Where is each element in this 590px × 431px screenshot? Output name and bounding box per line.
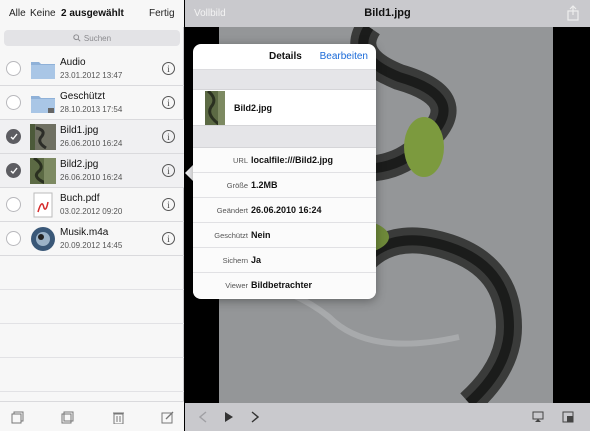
- item-name: Audio: [60, 57, 86, 68]
- detail-value: Bildbetrachter: [251, 280, 313, 290]
- info-icon[interactable]: i: [162, 96, 175, 109]
- sidebar-toolbar: Alle Keine 2 ausgewählt Fertig: [0, 0, 184, 27]
- detail-row-protected[interactable]: Geschützt Nein: [193, 223, 376, 248]
- item-date: 26.06.2010 16:24: [60, 173, 123, 182]
- list-item[interactable]: Bild1.jpg 26.06.2010 16:24 i: [0, 120, 184, 154]
- detail-row-size: Größe 1.2MB: [193, 173, 376, 198]
- select-none-button[interactable]: Keine: [30, 8, 56, 19]
- viewer-bottom-toolbar: [185, 403, 590, 431]
- item-name: Bild2.jpg: [60, 159, 99, 170]
- item-name: Geschützt: [60, 91, 106, 102]
- compose-icon[interactable]: [161, 411, 174, 424]
- detail-row-modified: Geändert 26.06.2010 16:24: [193, 198, 376, 223]
- popover-header: Details Bearbeiten: [193, 44, 376, 70]
- detail-label: Größe: [226, 181, 248, 190]
- list-item[interactable]: Buch.pdf 03.02.2012 09:20 i: [0, 188, 184, 222]
- info-icon[interactable]: i: [162, 232, 175, 245]
- info-icon[interactable]: i: [162, 164, 175, 177]
- item-date: 20.09.2012 14:45: [60, 241, 123, 250]
- sidebar-bottom-toolbar: [0, 401, 184, 431]
- locked-folder-icon: [31, 96, 55, 113]
- detail-row-url: URL localfile:///Bild2.jpg: [193, 148, 376, 173]
- move-icon[interactable]: [61, 411, 74, 424]
- select-checkbox[interactable]: [6, 95, 21, 110]
- search-input[interactable]: Suchen: [4, 30, 180, 46]
- share-icon[interactable]: [566, 5, 580, 21]
- info-icon[interactable]: i: [162, 198, 175, 211]
- select-all-button[interactable]: Alle: [9, 8, 26, 19]
- next-icon[interactable]: [251, 411, 259, 423]
- detail-value: localfile:///Bild2.jpg: [251, 155, 334, 165]
- image-thumbnail: [30, 124, 56, 150]
- item-date: 28.10.2013 17:54: [60, 105, 123, 114]
- album-art-icon: [31, 227, 55, 251]
- detail-label: Geschützt: [214, 231, 248, 240]
- item-name: Bild1.jpg: [60, 125, 99, 136]
- select-checkbox[interactable]: [6, 231, 21, 246]
- viewer-toolbar: Vollbild Bild1.jpg: [185, 0, 590, 27]
- search-icon: [73, 34, 81, 42]
- viewer-title: Bild1.jpg: [364, 7, 411, 19]
- section-spacer: [193, 70, 376, 90]
- search-placeholder: Suchen: [83, 33, 112, 43]
- image-thumbnail: [205, 91, 225, 125]
- copy-icon[interactable]: [11, 411, 24, 424]
- select-checkbox[interactable]: [6, 197, 21, 212]
- info-icon[interactable]: i: [162, 130, 175, 143]
- select-checkbox[interactable]: [6, 61, 21, 76]
- airplay-icon[interactable]: [532, 411, 544, 423]
- select-checkbox[interactable]: [6, 129, 21, 144]
- detail-value: 1.2MB: [251, 180, 278, 190]
- detail-row-viewer[interactable]: Viewer Bildbetrachter: [193, 273, 376, 298]
- section-spacer: [193, 126, 376, 148]
- trash-icon[interactable]: [112, 411, 125, 424]
- item-name: Musik.m4a: [60, 227, 109, 238]
- detail-row-backup[interactable]: Sichern Ja: [193, 248, 376, 273]
- image-thumbnail: [30, 158, 56, 184]
- detail-value: Nein: [251, 230, 271, 240]
- detail-label: Sichern: [222, 256, 248, 265]
- item-date: 03.02.2012 09:20: [60, 207, 123, 216]
- file-list: Audio 23.01.2012 13:47 i Geschützt 28.10…: [0, 52, 184, 426]
- detail-label: URL: [232, 156, 248, 165]
- previous-icon[interactable]: [199, 411, 207, 423]
- info-icon[interactable]: i: [162, 62, 175, 75]
- detail-label: Geändert: [216, 206, 248, 215]
- file-row: Bild2.jpg: [193, 90, 376, 126]
- item-name: Buch.pdf: [60, 193, 100, 204]
- done-button[interactable]: Fertig: [149, 8, 175, 19]
- popover-title: Details: [269, 51, 302, 62]
- list-item[interactable]: Audio 23.01.2012 13:47 i: [0, 52, 184, 86]
- play-icon[interactable]: [224, 411, 234, 423]
- detail-value: Ja: [251, 255, 262, 265]
- file-sidebar: Alle Keine 2 ausgewählt Fertig Suchen Au…: [0, 0, 184, 431]
- checkmark-icon: [10, 133, 18, 141]
- selection-count-title: 2 ausgewählt: [61, 8, 124, 19]
- folder-icon: [31, 62, 55, 79]
- select-checkbox[interactable]: [6, 163, 21, 178]
- item-date: 23.01.2012 13:47: [60, 71, 123, 80]
- detail-value: 26.06.2010 16:24: [251, 205, 322, 215]
- pdf-icon: [33, 192, 53, 218]
- file-name: Bild2.jpg: [234, 103, 272, 113]
- detail-label: Viewer: [225, 281, 248, 290]
- item-date: 26.06.2010 16:24: [60, 139, 123, 148]
- checkmark-icon: [10, 167, 18, 175]
- window-icon[interactable]: [562, 411, 574, 423]
- list-item[interactable]: Bild2.jpg 26.06.2010 16:24 i: [0, 154, 184, 188]
- details-popover: Details Bearbeiten Bild2.jpg URL localfi…: [193, 44, 376, 299]
- details-list: URL localfile:///Bild2.jpg Größe 1.2MB G…: [193, 148, 376, 298]
- edit-button[interactable]: Bearbeiten: [320, 51, 368, 62]
- list-item[interactable]: Geschützt 28.10.2013 17:54 i: [0, 86, 184, 120]
- list-item[interactable]: Musik.m4a 20.09.2012 14:45 i: [0, 222, 184, 256]
